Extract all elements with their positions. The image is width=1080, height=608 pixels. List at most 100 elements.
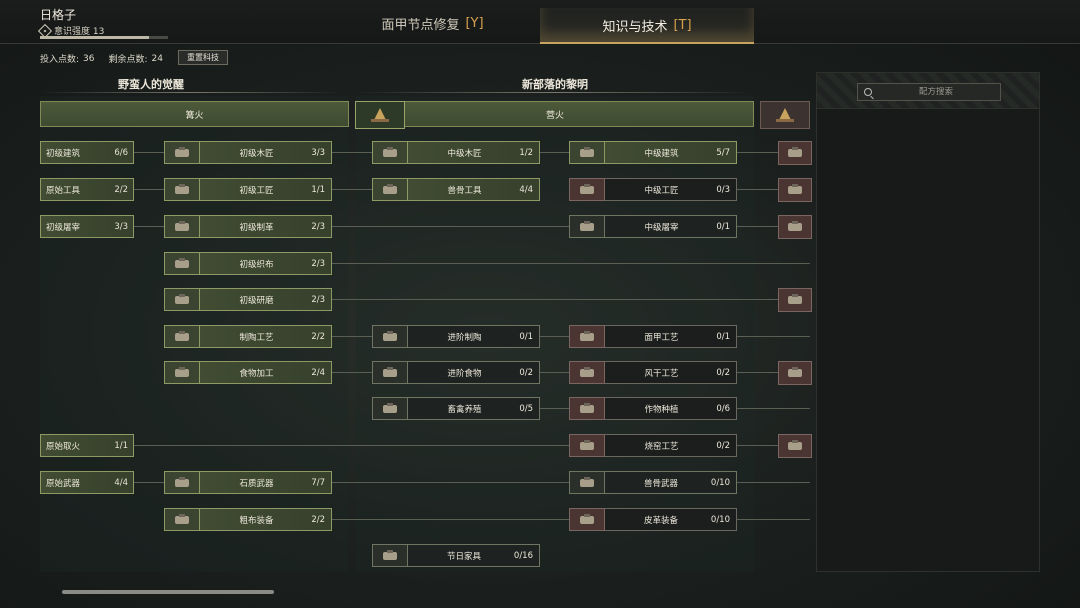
tech-name: 中级屠宰 [644, 222, 679, 233]
recipe-search-input[interactable] [872, 87, 1000, 97]
era-title-new-tribe: 新部落的黎明 [522, 78, 588, 91]
tech-count: 0/1 [519, 331, 533, 342]
campfire-bar[interactable]: 营火 [356, 101, 754, 127]
invested-points-label: 投入点数: [40, 55, 80, 65]
tech-node[interactable]: 兽骨武器 0/10 [569, 471, 737, 494]
next-era-node[interactable] [778, 288, 812, 312]
connector-line [736, 336, 810, 337]
tech-count: 2/4 [311, 367, 325, 378]
furnace-icon [569, 434, 605, 457]
tech-node[interactable]: 原始工具 2/2 [40, 178, 134, 201]
tech-node[interactable]: 进阶食物 0/2 [372, 361, 540, 384]
tech-node[interactable]: 皮革装备 0/10 [569, 508, 737, 531]
tech-node[interactable]: 粗布装备 2/2 [164, 508, 332, 531]
tech-node[interactable]: 初级工匠 1/1 [164, 178, 332, 201]
tech-node[interactable]: 初级研磨 2/3 [164, 288, 332, 311]
connector-line [132, 482, 168, 483]
tech-name: 初级建筑 [46, 148, 81, 159]
drying-rack-icon [569, 361, 605, 384]
tech-node[interactable]: 进阶制陶 0/1 [372, 325, 540, 348]
tech-node[interactable]: 面甲工艺 0/1 [569, 325, 737, 348]
tech-count: 2/2 [311, 331, 325, 342]
tech-count: 3/3 [114, 221, 128, 232]
tech-name: 食物加工 [239, 368, 274, 379]
tech-name: 初级工匠 [239, 185, 274, 196]
tech-node[interactable]: 中级工匠 0/3 [569, 178, 737, 201]
next-era-node[interactable] [778, 141, 812, 165]
workbench-icon [786, 147, 804, 159]
tech-node[interactable]: 作物种植 0/6 [569, 397, 737, 420]
connector-line [330, 336, 372, 337]
tech-node[interactable]: 初级织布 2/3 [164, 252, 332, 275]
tech-node[interactable]: 初级木匠 3/3 [164, 141, 332, 164]
tech-node[interactable]: 制陶工艺 2/2 [164, 325, 332, 348]
cooking-pot-icon [164, 361, 200, 384]
tech-node[interactable]: 初级建筑 6/6 [40, 141, 134, 164]
tab-armor-node-repair[interactable]: 面甲节点修复 [Y] [330, 4, 535, 42]
wall-icon [569, 141, 605, 164]
workbench-icon [164, 141, 200, 164]
connector-line [132, 445, 570, 446]
tech-count: 0/6 [716, 403, 730, 414]
tech-name: 进阶制陶 [447, 332, 482, 343]
tech-name: 节日家具 [446, 551, 481, 562]
tech-count: 1/1 [114, 440, 128, 451]
connector-line [330, 372, 372, 373]
connector-line [736, 152, 778, 153]
tech-node[interactable]: 中级建筑 5/7 [569, 141, 737, 164]
bone-spear-icon [569, 471, 605, 494]
tech-node[interactable]: 中级屠宰 0/1 [569, 215, 737, 238]
next-era-fire-box[interactable] [760, 101, 810, 129]
campfire-icon-box[interactable] [355, 101, 405, 129]
recipe-search-box[interactable] [857, 83, 1001, 101]
campfire-icon [776, 108, 794, 122]
recipe-panel-header [817, 73, 1039, 109]
tech-count: 1/1 [311, 184, 325, 195]
tech-node[interactable]: 节日家具 0/16 [372, 544, 540, 567]
tech-node[interactable]: 石质武器 7/7 [164, 471, 332, 494]
tech-node[interactable]: 原始取火 1/1 [40, 434, 134, 457]
next-era-node[interactable] [778, 215, 812, 239]
invested-points-value: 36 [83, 53, 95, 64]
tech-name: 进阶食物 [447, 368, 482, 379]
next-era-node[interactable] [778, 361, 812, 385]
tech-count: 2/2 [114, 184, 128, 195]
tech-node[interactable]: 中级木匠 1/2 [372, 141, 540, 164]
tech-node[interactable]: 原始武器 4/4 [40, 471, 134, 494]
tech-name: 畜禽养殖 [447, 404, 482, 415]
tech-count: 2/2 [311, 514, 325, 525]
tech-node[interactable]: 初级制革 2/3 [164, 215, 332, 238]
tech-name: 初级织布 [239, 259, 274, 270]
tech-node[interactable]: 兽骨工具 4/4 [372, 178, 540, 201]
era-divider [356, 92, 754, 93]
tech-node[interactable]: 畜禽养殖 0/5 [372, 397, 540, 420]
bonfire-bar[interactable]: 篝火 [40, 101, 349, 127]
connector-line [330, 226, 570, 227]
tech-name: 初级屠宰 [46, 222, 81, 233]
festival-tree-icon [372, 544, 408, 567]
next-era-node[interactable] [778, 178, 812, 202]
tech-node[interactable]: 风干工艺 0/2 [569, 361, 737, 384]
connector-line [736, 226, 778, 227]
era-title-barbarian: 野蛮人的觉醒 [118, 78, 184, 91]
tech-node[interactable]: 食物加工 2/4 [164, 361, 332, 384]
connector-line [538, 336, 570, 337]
tech-node[interactable]: 初级屠宰 3/3 [40, 215, 134, 238]
era-divider [40, 92, 340, 93]
campfire-label: 营火 [545, 110, 564, 121]
kiln-icon [372, 325, 408, 348]
horizontal-scrollbar[interactable] [62, 590, 274, 594]
tech-name: 粗布装备 [239, 515, 274, 526]
remaining-points-label: 剩余点数: [108, 55, 148, 65]
next-era-node[interactable] [778, 434, 812, 458]
tech-name: 皮革装备 [643, 515, 678, 526]
tech-name: 兽骨工具 [447, 185, 482, 196]
reset-tech-button[interactable]: 重置科技 [178, 50, 228, 65]
tech-node[interactable]: 烧窑工艺 0/2 [569, 434, 737, 457]
tab-knowledge-technology[interactable]: 知识与技术 [T] [540, 8, 754, 44]
connector-line [330, 263, 810, 264]
tech-name: 石质武器 [239, 478, 274, 489]
recipe-panel [816, 72, 1040, 572]
connector-line [538, 372, 570, 373]
tech-name: 中级建筑 [644, 148, 679, 159]
